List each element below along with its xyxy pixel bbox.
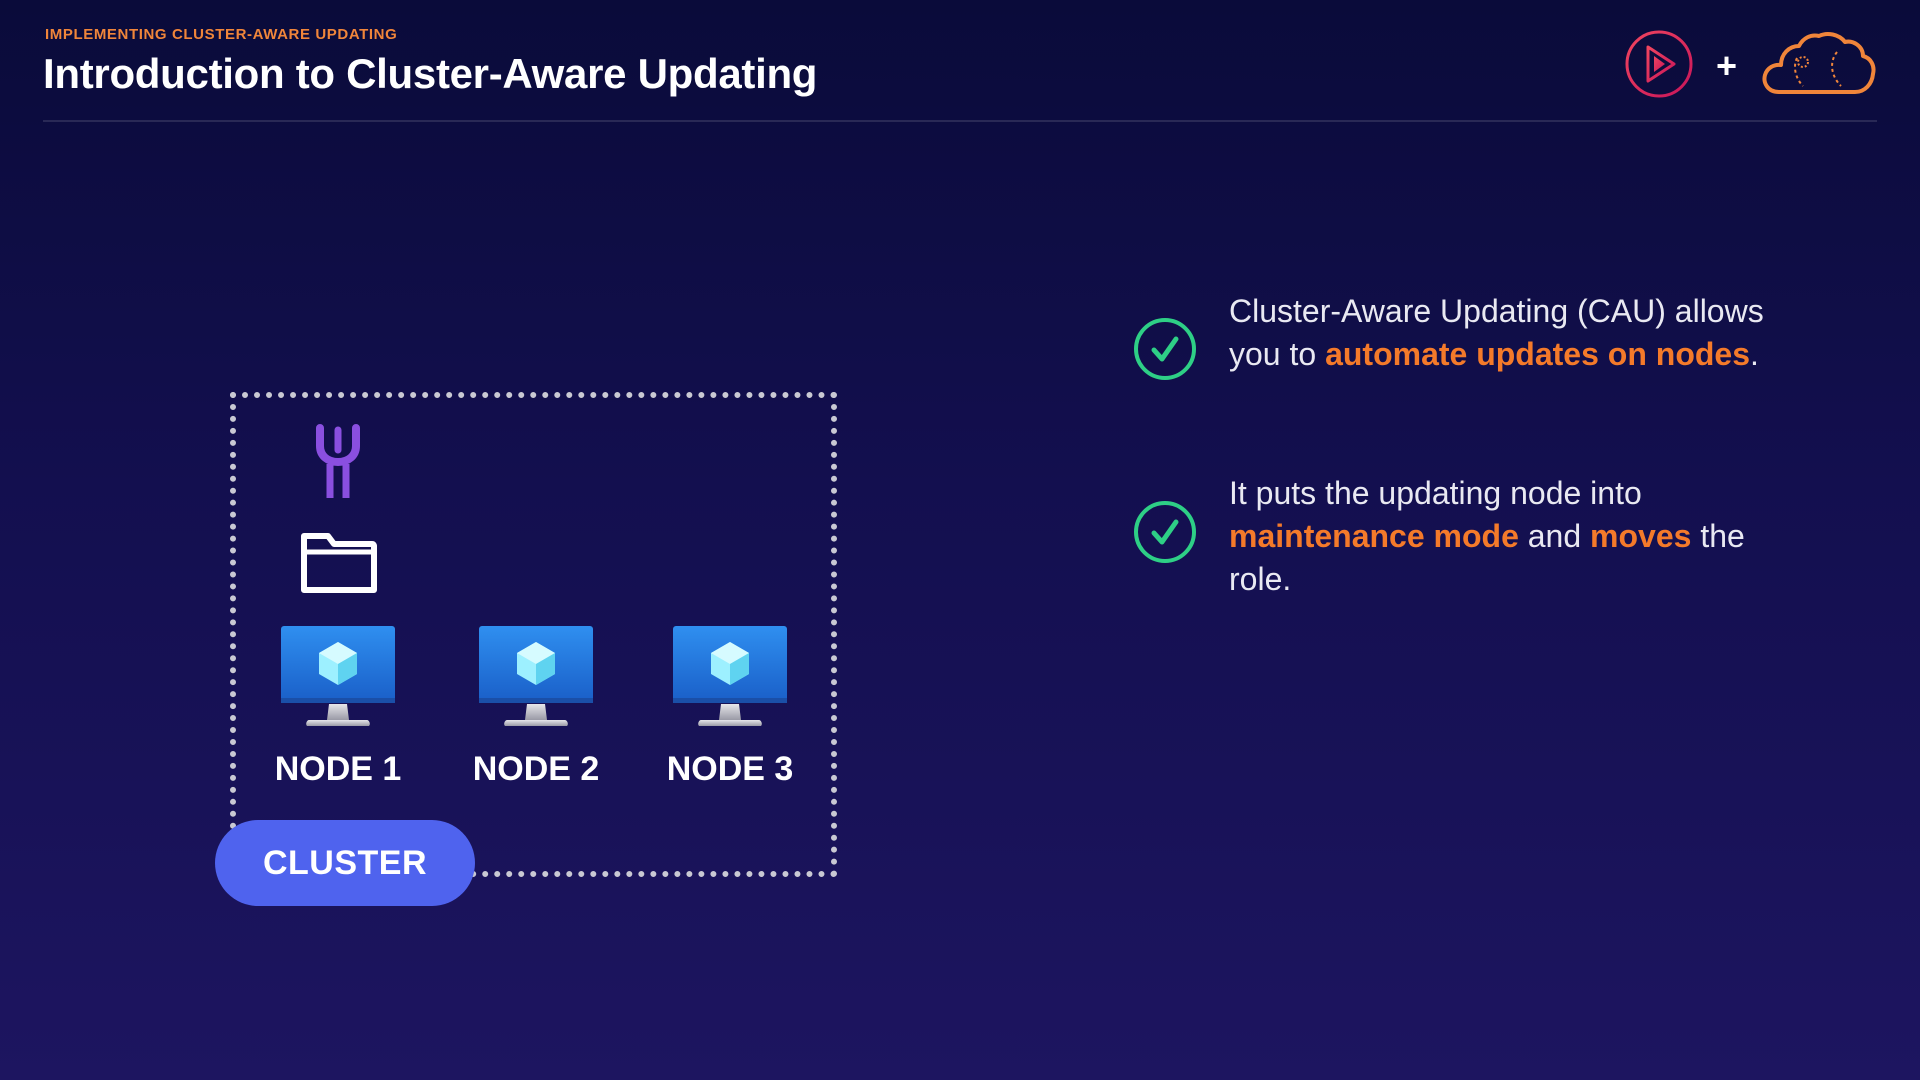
monitor-icon <box>650 624 810 734</box>
bullet-text-part: and <box>1518 518 1591 554</box>
wrench-icon <box>308 420 368 500</box>
play-logo-icon <box>1624 29 1694 104</box>
node-label: NODE 1 <box>274 750 402 788</box>
node-1: NODE 1 <box>258 624 418 789</box>
folder-icon <box>298 530 378 596</box>
node-3: NODE 3 <box>650 624 810 789</box>
bullet-highlight: maintenance mode <box>1229 518 1519 554</box>
bullet-text: Cluster-Aware Updating (CAU) allows you … <box>1229 290 1789 376</box>
section-eyebrow: IMPLEMENTING CLUSTER-AWARE UPDATING <box>45 26 398 43</box>
brand-logos: + <box>1624 30 1877 102</box>
bullet-highlight: moves <box>1590 518 1692 554</box>
bullet-text: It puts the updating node into maintenan… <box>1229 472 1789 601</box>
check-circle-icon <box>1133 500 1197 564</box>
plus-sign: + <box>1715 45 1737 86</box>
node-label: NODE 3 <box>666 750 794 788</box>
bullet-text-part: . <box>1750 336 1759 372</box>
cluster-label: CLUSTER <box>215 820 475 906</box>
node-2: NODE 2 <box>456 624 616 789</box>
monitor-icon <box>456 624 616 734</box>
monitor-icon <box>258 624 418 734</box>
node-label: NODE 2 <box>472 750 600 788</box>
check-circle-icon <box>1133 317 1197 381</box>
cloud-logo-icon <box>1759 28 1877 105</box>
bullet-text-part: It puts the updating node into <box>1229 475 1642 511</box>
bullet-highlight: automate updates on nodes <box>1325 336 1750 372</box>
slide-header: IMPLEMENTING CLUSTER-AWARE UPDATING Intr… <box>43 26 1877 122</box>
slide-title: Introduction to Cluster-Aware Updating <box>43 50 818 97</box>
